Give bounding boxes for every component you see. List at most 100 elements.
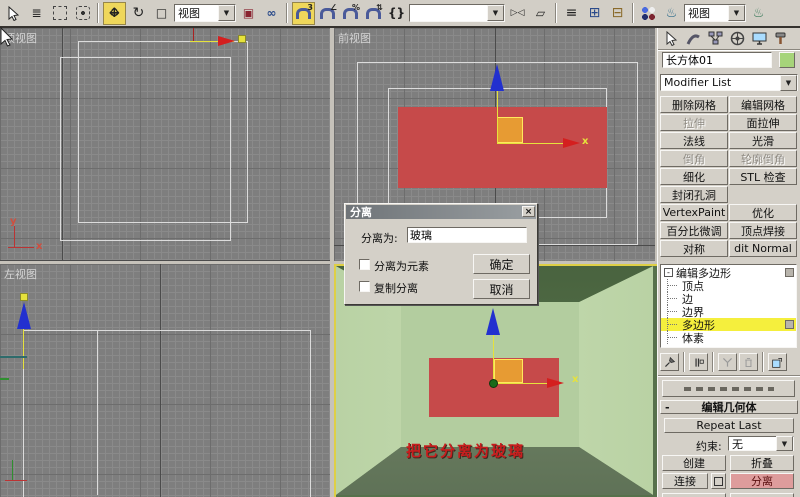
button-label: VertexPaint: [662, 206, 726, 219]
sub-object-gizmo[interactable]: [494, 359, 523, 383]
percent-snap-button[interactable]: %: [340, 3, 361, 24]
constraint-dropdown[interactable]: 无 ▼: [728, 436, 794, 451]
curve-editor-button[interactable]: ⊞: [584, 3, 605, 24]
box-wireframe[interactable]: [60, 57, 231, 241]
detach-name-input[interactable]: [407, 227, 527, 243]
x-axis-arrow[interactable]: [547, 378, 564, 388]
dropdown-arrow-icon[interactable]: ▼: [776, 436, 793, 451]
align-button[interactable]: ▱: [530, 3, 551, 24]
attach-options-button[interactable]: [711, 473, 726, 489]
keyboard-override-button[interactable]: {}: [386, 3, 407, 24]
cancel-button[interactable]: 取消: [473, 279, 530, 299]
z-axis-arrow[interactable]: [486, 308, 500, 335]
detach-as-clone-checkbox[interactable]: [359, 281, 370, 292]
symmetry-button[interactable]: 对称: [660, 240, 728, 257]
crossing-selection-button[interactable]: [72, 3, 93, 24]
cap-holes-button[interactable]: 封闭孔洞: [660, 186, 728, 203]
box-inner-edge: [97, 330, 98, 495]
z-axis-arrow[interactable]: [17, 302, 31, 329]
create-button[interactable]: 创建: [662, 455, 726, 471]
tree-branch: [667, 305, 680, 318]
stl-check-button[interactable]: STL 检查: [729, 168, 797, 185]
viewport-front-label: 前视图: [338, 32, 371, 45]
toolbar-separator: [712, 352, 714, 372]
reference-coordinate-dropdown[interactable]: 视图 ▼: [174, 4, 236, 22]
expand-icon[interactable]: -: [664, 268, 673, 277]
select-tool-button[interactable]: [3, 3, 24, 24]
pin-stack-button[interactable]: [660, 353, 679, 371]
repeat-last-button[interactable]: Repeat Last: [664, 418, 794, 433]
render-type-dropdown[interactable]: 视图 ▼: [684, 4, 746, 22]
stack-item-element[interactable]: 体素: [661, 331, 796, 345]
normal-button[interactable]: 法线: [660, 132, 728, 149]
ok-button[interactable]: 确定: [473, 254, 530, 274]
detach-to-element-checkbox[interactable]: [359, 259, 370, 270]
link-icon: ∞: [266, 6, 277, 20]
smooth-button[interactable]: 光滑: [729, 132, 797, 149]
box-wireframe[interactable]: [23, 330, 311, 497]
x-axis-arrow[interactable]: [218, 36, 235, 46]
rotate-tool-button[interactable]: ↻: [128, 3, 149, 24]
tab-create[interactable]: [660, 29, 682, 48]
dropdown-arrow-icon[interactable]: ▼: [780, 74, 797, 91]
rectangular-selection-region-button[interactable]: [49, 3, 70, 24]
viewport-left[interactable]: 左视图: [0, 264, 330, 497]
snap-toggle-3d-button[interactable]: 3: [292, 1, 315, 25]
clipped-button[interactable]: [730, 493, 794, 497]
dropdown-arrow-icon[interactable]: ▼: [487, 5, 504, 21]
face-extrude-button[interactable]: 面拉伸: [729, 114, 797, 131]
tab-hierarchy[interactable]: [704, 29, 726, 48]
tessellate-button[interactable]: 细化: [660, 168, 728, 185]
quick-render-button[interactable]: ♨: [748, 3, 769, 24]
constraint-value: 无: [732, 437, 743, 451]
edit-geometry-rollout-header[interactable]: - 编辑几何体: [660, 400, 798, 414]
clipped-button[interactable]: [662, 493, 726, 497]
modifier-toggle-icon[interactable]: [785, 268, 794, 277]
x-axis-arrow[interactable]: [563, 138, 580, 148]
scale-tool-button[interactable]: □: [151, 3, 172, 24]
vertex-weld-button[interactable]: 顶点焊接: [729, 222, 797, 239]
viewport-top[interactable]: 顶视图 x y: [0, 28, 330, 261]
tab-utilities[interactable]: [770, 29, 792, 48]
show-end-result-button[interactable]: [689, 353, 708, 371]
sub-object-toggle-icon[interactable]: [785, 320, 794, 329]
tab-display[interactable]: [748, 29, 770, 48]
attach-button[interactable]: 连接: [662, 473, 708, 489]
material-editor-button[interactable]: [638, 3, 659, 24]
vertexpaint-button[interactable]: VertexPaint: [660, 204, 728, 221]
delete-mesh-button[interactable]: 删除网格: [660, 96, 728, 113]
named-selection-dropdown[interactable]: ▼: [409, 4, 505, 22]
button-label: dit Normal: [734, 242, 792, 255]
clipped-rollout-button[interactable]: [662, 380, 795, 397]
mirror-button[interactable]: ▷◁: [507, 3, 528, 24]
dropdown-arrow-icon[interactable]: ▼: [728, 5, 745, 21]
schematic-view-button[interactable]: ⊟: [607, 3, 628, 24]
configure-modifier-sets-button[interactable]: [768, 353, 787, 371]
object-color-swatch[interactable]: [779, 52, 795, 68]
layer-manager-button[interactable]: ≡: [561, 3, 582, 24]
modifier-list-dropdown[interactable]: Modifier List ▼: [660, 74, 798, 91]
select-and-manipulate-button[interactable]: ▣: [238, 3, 259, 24]
angle-snap-button[interactable]: ∠: [317, 3, 338, 24]
select-by-name-icon: ≣: [31, 6, 42, 20]
detach-button[interactable]: 分离: [730, 473, 794, 489]
move-tool-button[interactable]: ↔ ↕: [103, 1, 126, 25]
object-name-field[interactable]: [662, 52, 772, 68]
dialog-title-bar[interactable]: 分离: [346, 205, 536, 219]
tab-motion[interactable]: [726, 29, 748, 48]
spinner-snap-button[interactable]: ⇅: [363, 3, 384, 24]
edit-normal-button[interactable]: dit Normal: [729, 240, 797, 257]
sub-object-gizmo[interactable]: [497, 117, 523, 143]
gizmo-z-axis-line: [23, 329, 24, 369]
tab-modify[interactable]: [682, 29, 704, 48]
dropdown-arrow-icon[interactable]: ▼: [218, 5, 235, 21]
edit-mesh-button[interactable]: 编辑网格: [729, 96, 797, 113]
z-axis-arrow[interactable]: [490, 64, 504, 91]
select-and-link-button[interactable]: ∞: [261, 3, 282, 24]
dialog-close-button[interactable]: ×: [522, 206, 535, 217]
optimize-button[interactable]: 优化: [729, 204, 797, 221]
render-setup-button[interactable]: ♨: [661, 3, 682, 24]
multires-button[interactable]: 百分比微调: [660, 222, 728, 239]
collapse-button[interactable]: 折叠: [730, 455, 794, 471]
select-by-name-button[interactable]: ≣: [26, 3, 47, 24]
